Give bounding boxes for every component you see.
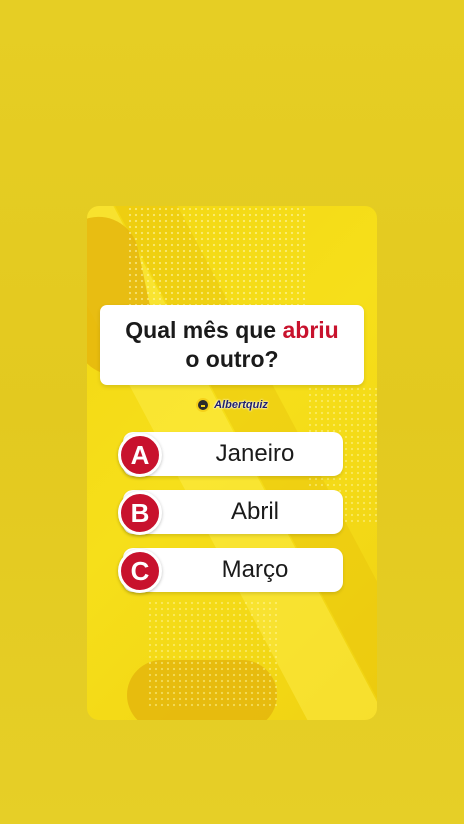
answer-option-b[interactable]: B Abril	[118, 490, 343, 535]
option-letter-badge: C	[118, 549, 162, 593]
option-label: Março	[221, 556, 289, 583]
question-part-1: Qual mês que	[125, 317, 283, 343]
question-part-2: o outro?	[185, 346, 279, 372]
answer-option-c[interactable]: C Março	[118, 548, 343, 593]
option-label: Abril	[230, 498, 279, 525]
decorative-dot-pattern	[147, 600, 277, 710]
option-letter-badge: A	[118, 433, 162, 477]
option-label: Janeiro	[215, 440, 295, 467]
decorative-dot-pattern	[127, 206, 307, 316]
brand-logo-icon	[196, 398, 211, 412]
answer-option-a[interactable]: A Janeiro	[118, 432, 343, 477]
question-box: Qual mês que abriu o outro?	[100, 305, 364, 385]
quiz-screen: Qual mês que abriu o outro? Albertquiz A…	[0, 0, 464, 824]
brand-name: Albertquiz	[214, 399, 268, 411]
question-text: Qual mês que abriu o outro?	[125, 316, 338, 374]
option-letter-badge: B	[118, 491, 162, 535]
brand-watermark: Albertquiz	[87, 398, 377, 412]
quiz-card: Qual mês que abriu o outro? Albertquiz A…	[87, 206, 377, 720]
question-highlight: abriu	[282, 317, 339, 343]
